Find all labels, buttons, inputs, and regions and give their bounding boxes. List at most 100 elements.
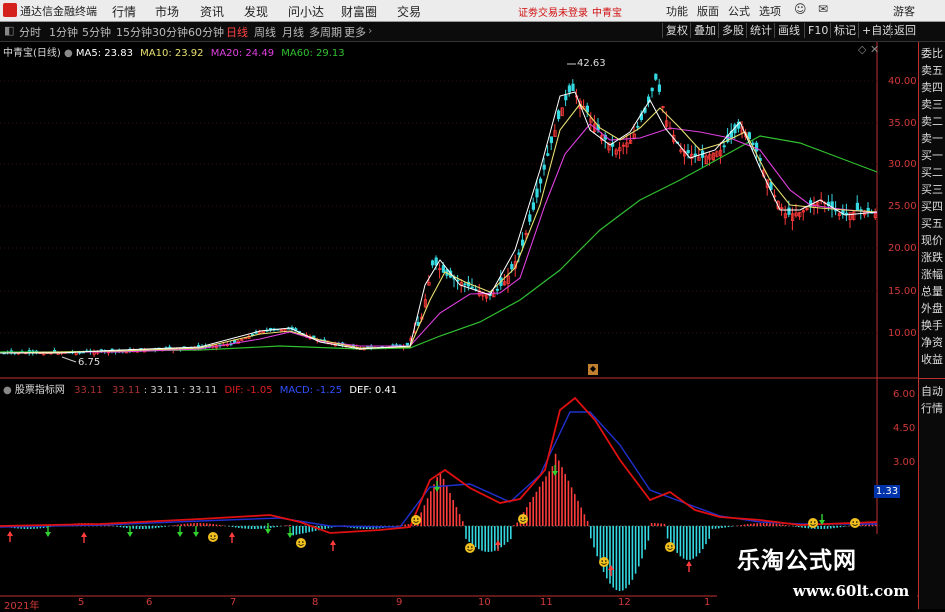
macd-legend: ● 股票指标网 33.11 33.11 : 33.11 : 33.11 DIF:… [3, 381, 397, 396]
menu-item-trade[interactable]: 交易 [397, 3, 421, 20]
menu-item-news[interactable]: 资讯 [200, 3, 224, 20]
chart-settings-icon[interactable]: ◇ ✕ [858, 43, 879, 56]
rc-item[interactable]: 卖三 [921, 98, 945, 111]
indicator-dot-icon[interactable]: ● [3, 385, 12, 396]
overlay-button[interactable]: 叠加 [690, 23, 719, 38]
time-tick: 5 [78, 597, 85, 608]
rc-item[interactable]: 买三 [921, 183, 945, 196]
price-tick: 25.00 [888, 201, 917, 212]
candle [693, 145, 698, 163]
rc-item[interactable]: 卖一 [921, 132, 945, 145]
tab-multi-period[interactable]: 多周期 [309, 24, 342, 40]
buy-arrow-icon [686, 561, 692, 572]
price-tick: 40.00 [888, 76, 917, 87]
buy-arrow-icon [229, 532, 235, 543]
rc-item[interactable]: 涨幅 [921, 268, 945, 281]
rc-item[interactable]: 委比 [921, 47, 945, 60]
menu-layout[interactable]: 版面 [697, 3, 719, 19]
smiley-icon [599, 557, 609, 567]
rc-item[interactable]: 净资 [921, 336, 945, 349]
user-icon[interactable]: ☺ [794, 2, 807, 16]
candle [783, 205, 788, 225]
rc-item[interactable]: 买二 [921, 166, 945, 179]
rc-item[interactable]: 总量 [921, 285, 945, 298]
tab-more[interactable]: 更多 [344, 24, 366, 40]
menu-formula[interactable]: 公式 [728, 3, 750, 19]
mail-icon[interactable]: ✉ [818, 2, 828, 16]
ma60-label: MA60: 29.13 [281, 48, 345, 59]
mark-button[interactable]: 标记 [830, 23, 859, 38]
stock-title: 中青宝(日线) [3, 48, 61, 59]
kline-chart[interactable] [0, 42, 918, 609]
menu-item-discover[interactable]: 发现 [244, 3, 268, 20]
candle [690, 145, 694, 166]
time-tick: 2021年 [4, 601, 40, 612]
time-tick: 10 [478, 597, 491, 608]
time-tick: 1 [704, 597, 711, 608]
price-tick: 30.00 [888, 159, 917, 170]
menu-item-wealth[interactable]: 财富圈 [341, 3, 377, 20]
tab-1min[interactable]: 1分钟 [49, 24, 78, 40]
macd-current-value: 1.33 [874, 485, 900, 498]
indicator-value-4: : 33.11 [182, 385, 218, 396]
event-marker-icon[interactable]: ◆ [588, 364, 598, 375]
menu-item-market[interactable]: 市场 [155, 3, 179, 20]
candle [852, 210, 856, 221]
watermark-title: 乐淘公式网 [737, 547, 857, 574]
rc-item[interactable]: 外盘 [921, 302, 945, 315]
rc-item[interactable]: 卖四 [921, 81, 945, 94]
tab-daily[interactable]: 日线 [226, 24, 248, 40]
login-warning[interactable]: 证劵交易未登录 [518, 4, 588, 19]
auto-quote-toggle[interactable]: 自动 [921, 385, 945, 398]
rc-item[interactable]: 卖五 [921, 64, 945, 77]
sell-arrow-icon [193, 526, 199, 537]
candle [611, 135, 615, 157]
menu-item-quotes[interactable]: 行情 [112, 3, 136, 20]
auto-quote-toggle[interactable]: 行情 [921, 402, 945, 415]
rc-item[interactable]: 买四 [921, 200, 945, 213]
current-symbol: 中青宝 [592, 8, 622, 19]
collapse-icon[interactable]: ◧ [4, 24, 14, 37]
menu-bar: 通达信金融终端 行情 市场 资讯 发现 问小达 财富圈 交易 证劵交易未登录 中… [0, 0, 945, 22]
tab-30min[interactable]: 30分钟 [152, 24, 188, 40]
draw-button[interactable]: 画线 [774, 23, 803, 38]
rc-item[interactable]: 现价 [921, 234, 945, 247]
tab-weekly[interactable]: 周线 [254, 24, 276, 40]
candle [654, 73, 658, 81]
guest-label[interactable]: 游客 [893, 3, 915, 19]
multi-stock-button[interactable]: 多股 [718, 23, 747, 38]
rc-item[interactable]: 卖二 [921, 115, 945, 128]
candle [539, 176, 543, 193]
adjust-button[interactable]: 复权 [662, 23, 691, 38]
rc-item[interactable]: 换手 [921, 319, 945, 332]
menu-item-assistant[interactable]: 问小达 [288, 3, 324, 20]
tab-monthly[interactable]: 月线 [282, 24, 304, 40]
menu-options[interactable]: 选项 [759, 3, 781, 19]
menu-function[interactable]: 功能 [666, 3, 688, 19]
tab-15min[interactable]: 15分钟 [116, 24, 152, 40]
stats-button[interactable]: 统计 [746, 23, 775, 38]
chevron-right-icon[interactable]: › [368, 24, 372, 37]
dif-line [0, 396, 878, 534]
candle [589, 112, 593, 130]
candle [701, 144, 705, 168]
candle [798, 211, 802, 220]
macd-tick: 3.00 [893, 457, 916, 468]
tab-intraday[interactable]: 分时 [19, 24, 41, 40]
settings-dot-icon[interactable]: ● [64, 48, 73, 59]
tab-5min[interactable]: 5分钟 [82, 24, 111, 40]
candle [567, 83, 572, 97]
rc-item[interactable]: 买一 [921, 149, 945, 162]
rc-item[interactable]: 涨跌 [921, 251, 945, 264]
candle [715, 150, 719, 158]
candle [866, 202, 870, 218]
rc-item[interactable]: 买五 [921, 217, 945, 230]
back-button[interactable]: 返回 [890, 23, 919, 38]
tab-60min[interactable]: 60分钟 [188, 24, 224, 40]
candle [603, 132, 608, 149]
smiley-icon [518, 514, 528, 524]
ma20-line [0, 123, 878, 354]
f10-button[interactable]: F10 [804, 23, 831, 38]
dea-line [0, 411, 877, 528]
rc-item[interactable]: 收益 [921, 353, 945, 366]
